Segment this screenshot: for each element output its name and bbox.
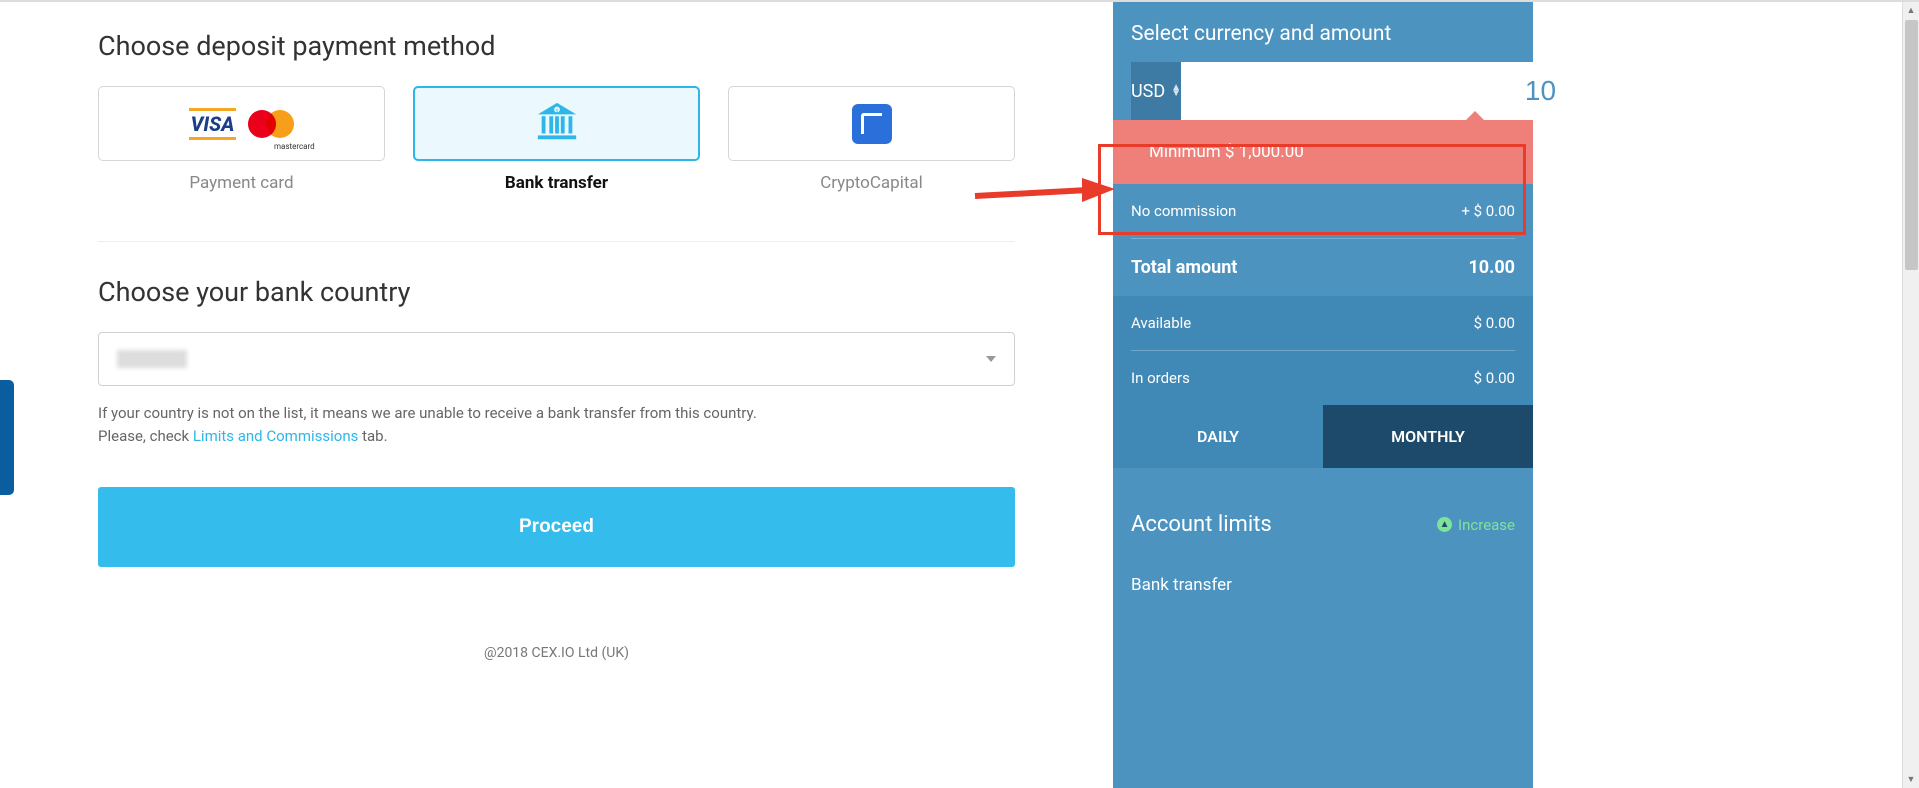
account-limits-header: Account limits ▲ Increase bbox=[1131, 512, 1515, 537]
bank-icon: $ bbox=[534, 99, 580, 149]
side-panel-title: Select currency and amount bbox=[1131, 22, 1515, 46]
warning-notch-icon bbox=[1465, 111, 1485, 121]
commission-label: No commission bbox=[1131, 202, 1236, 220]
payment-method-row: VISA mastercard Payment card $ Bank tran… bbox=[98, 86, 1015, 193]
method-box-bank[interactable]: $ bbox=[413, 86, 700, 161]
method-label-cc: CryptoCapital bbox=[728, 173, 1015, 193]
currency-code: USD bbox=[1131, 81, 1165, 102]
main-content: Choose deposit payment method VISA maste… bbox=[0, 0, 1113, 788]
bank-country-select[interactable] bbox=[98, 332, 1015, 386]
available-value: $ 0.00 bbox=[1474, 314, 1515, 332]
amount-input[interactable] bbox=[1181, 62, 1570, 120]
available-label: Available bbox=[1131, 314, 1191, 332]
help-line1: If your country is not on the list, it m… bbox=[98, 404, 757, 422]
footer-text: @2018 CEX.IO Ltd (UK) bbox=[98, 645, 1015, 661]
currency-amount-row: USD ▲▼ bbox=[1131, 62, 1515, 120]
proceed-button[interactable]: Proceed bbox=[98, 487, 1015, 567]
visa-icon: VISA bbox=[189, 108, 237, 140]
currency-select[interactable]: USD ▲▼ bbox=[1131, 62, 1181, 120]
method-payment-card[interactable]: VISA mastercard Payment card bbox=[98, 86, 385, 193]
cryptocapital-icon bbox=[852, 104, 892, 144]
help-text: If your country is not on the list, it m… bbox=[98, 402, 1015, 447]
increase-text: Increase bbox=[1458, 516, 1515, 534]
method-cryptocapital[interactable]: CryptoCapital bbox=[728, 86, 1015, 193]
inorders-label: In orders bbox=[1131, 369, 1190, 387]
method-box-card[interactable]: VISA mastercard bbox=[98, 86, 385, 161]
commission-row: No commission + $ 0.00 bbox=[1131, 184, 1515, 238]
available-row: Available $ 0.00 bbox=[1131, 296, 1515, 350]
method-bank-transfer[interactable]: $ Bank transfer bbox=[413, 86, 700, 193]
tab-monthly[interactable]: MONTHLY bbox=[1323, 405, 1533, 468]
method-label-card: Payment card bbox=[98, 173, 385, 193]
scroll-thumb[interactable] bbox=[1905, 20, 1918, 270]
help-line2a: Please, check bbox=[98, 427, 193, 445]
method-box-cc[interactable] bbox=[728, 86, 1015, 161]
account-limits-title: Account limits bbox=[1131, 512, 1272, 537]
total-label: Total amount bbox=[1131, 257, 1237, 278]
bank-country-title: Choose your bank country bbox=[98, 276, 1015, 308]
page-title: Choose deposit payment method bbox=[98, 30, 1015, 62]
method-label-bank: Bank transfer bbox=[413, 173, 700, 193]
total-row: Total amount 10.00 bbox=[1131, 239, 1515, 296]
help-line2b: tab. bbox=[358, 427, 387, 445]
limits-commissions-link[interactable]: Limits and Commissions bbox=[193, 427, 359, 445]
limits-subheading: Bank transfer bbox=[1131, 575, 1515, 595]
limits-tabs: DAILY MONTHLY bbox=[1113, 405, 1533, 468]
scroll-down-icon[interactable]: ▼ bbox=[1903, 771, 1919, 788]
scroll-up-icon[interactable]: ▲ bbox=[1903, 2, 1919, 19]
vertical-scrollbar[interactable]: ▲ ▼ bbox=[1902, 2, 1919, 788]
total-value: 10.00 bbox=[1468, 257, 1515, 278]
mastercard-icon: mastercard bbox=[248, 110, 294, 138]
commission-value: + $ 0.00 bbox=[1461, 202, 1515, 220]
svg-text:$: $ bbox=[555, 107, 558, 114]
sort-icon: ▲▼ bbox=[1171, 85, 1181, 97]
arrow-up-circle-icon: ▲ bbox=[1437, 517, 1452, 532]
divider bbox=[98, 241, 1015, 242]
chevron-down-icon bbox=[986, 356, 996, 362]
tab-daily[interactable]: DAILY bbox=[1113, 405, 1323, 468]
inorders-value: $ 0.00 bbox=[1474, 369, 1515, 387]
minimum-warning: Minimum $ 1,000.00 bbox=[1113, 120, 1533, 184]
inorders-row: In orders $ 0.00 bbox=[1131, 351, 1515, 405]
side-panel: Select currency and amount USD ▲▼ Minimu… bbox=[1113, 2, 1533, 788]
bank-country-value-blurred bbox=[117, 350, 187, 368]
increase-link[interactable]: ▲ Increase bbox=[1437, 516, 1515, 534]
warning-text: Minimum $ 1,000.00 bbox=[1149, 142, 1304, 162]
